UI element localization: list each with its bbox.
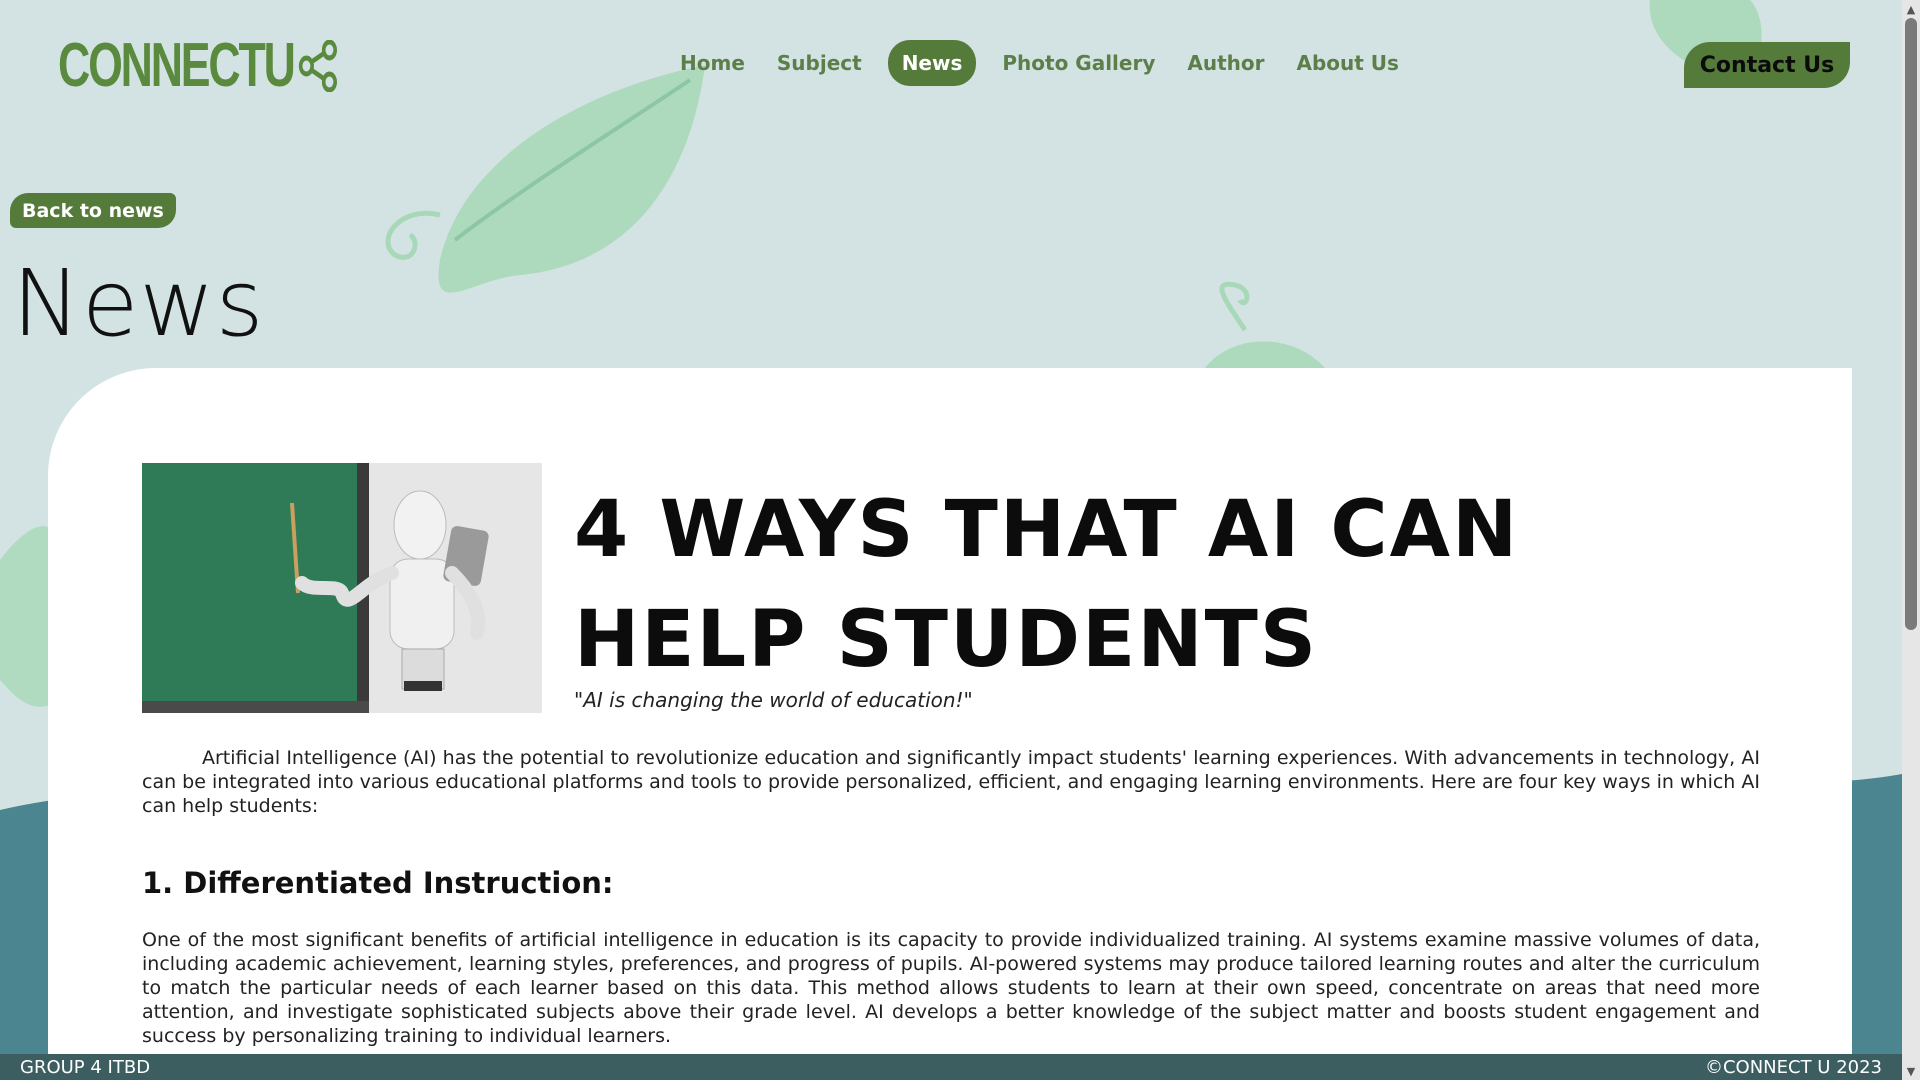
article-intro: Artificial Intelligence (AI) has the pot… [142,747,1760,817]
nav-subject[interactable]: Subject [777,40,862,86]
back-to-news-button[interactable]: Back to news [10,193,176,228]
share-icon [299,39,338,92]
article-image [142,463,542,713]
main-nav: Home Subject News Photo Gallery Author A… [680,40,1431,86]
footer-copyright: ©CONNECT U 2023 [1704,1056,1882,1078]
nav-author[interactable]: Author [1187,40,1264,86]
scrollbar-thumb[interactable] [1905,18,1917,630]
nav-photo-gallery[interactable]: Photo Gallery [1002,40,1155,86]
logo-text: CONNECTU [58,31,296,100]
section-body: One of the most significant benefits of … [142,929,1760,1047]
robot-teacher-illustration [142,463,542,713]
contact-us-button[interactable]: Contact Us [1684,42,1850,88]
page-title: News [12,250,265,357]
site-logo[interactable]: CONNECTU [58,30,340,101]
article-title: 4 WAYS THAT AI CAN HELP STUDENTS [574,485,1520,685]
leaf-shape [438,65,705,293]
page-footer: GROUP 4 ITBD ©CONNECT U 2023 [0,1054,1902,1080]
nav-news[interactable]: News [887,40,977,86]
nav-home[interactable]: Home [680,40,745,86]
scroll-down-arrow[interactable]: ▼ [1902,1062,1920,1080]
footer-group-text: GROUP 4 ITBD [20,1056,151,1078]
vertical-scrollbar[interactable]: ▲ ▼ [1902,0,1920,1080]
article-quote: "AI is changing the world of education!" [574,688,973,712]
nav-about-us[interactable]: About Us [1297,40,1399,86]
section-heading: 1. Differentiated Instruction: [142,866,614,900]
scroll-up-arrow[interactable]: ▲ [1902,0,1920,18]
